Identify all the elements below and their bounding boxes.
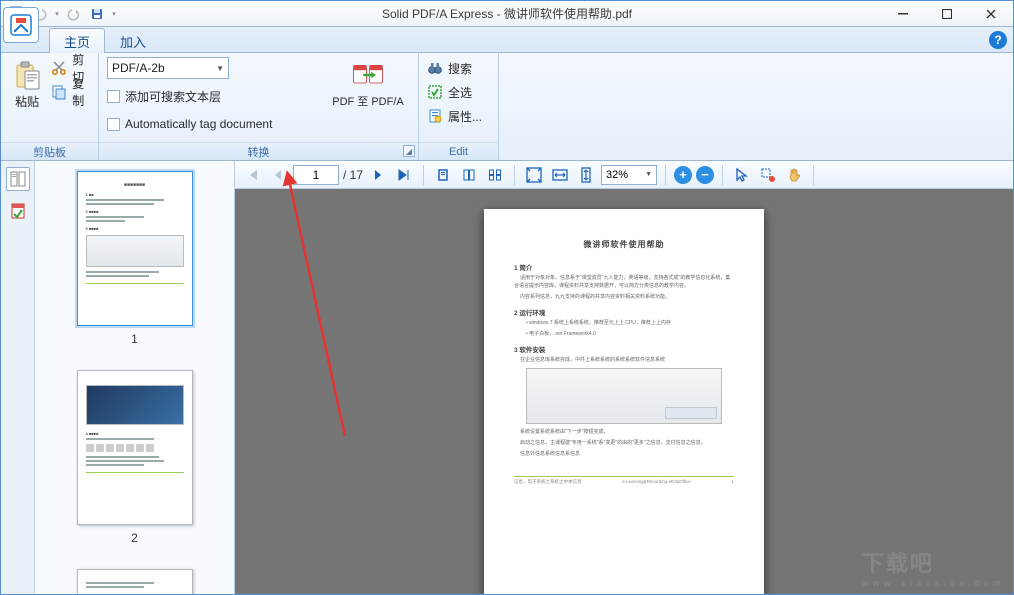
paste-button[interactable]: 粘贴 xyxy=(9,57,45,110)
page-toolbar: / 17 32%▼ + − xyxy=(235,161,1013,189)
minimize-button[interactable] xyxy=(881,1,925,27)
page-number-input[interactable] xyxy=(293,165,339,185)
validate-panel-button[interactable] xyxy=(6,199,30,223)
pdf-to-pdfa-button[interactable]: PDF 至 PDF/A xyxy=(326,57,410,109)
watermark: 下载吧 www.xiazaiba.com xyxy=(862,546,1005,588)
titlebar: ▾ ▾ Solid PDF/A Express - 微讲师软件使用帮助.pdf xyxy=(1,1,1013,27)
opt-searchable-layer[interactable]: 添加可搜索文本层 xyxy=(107,85,272,107)
left-rail xyxy=(1,161,35,594)
thumbnails-pane[interactable]: ■■■■■■■ 1 ■■ 2 ■■■■ 3 ■■■■ 1 4 ■■■■ xyxy=(35,161,235,594)
last-page-button[interactable] xyxy=(393,164,415,186)
group-clipboard-label: 剪贴板 xyxy=(1,142,98,160)
main-area: ■■■■■■■ 1 ■■ 2 ■■■■ 3 ■■■■ 1 4 ■■■■ xyxy=(1,161,1013,594)
binoculars-icon xyxy=(427,60,443,76)
checkbox-icon xyxy=(107,90,120,103)
fit-height-button[interactable] xyxy=(575,164,597,186)
select-all-icon xyxy=(427,84,443,100)
chevron-down-icon: ▼ xyxy=(645,171,652,178)
thumbnail-3[interactable] xyxy=(41,569,228,594)
select-tool-button[interactable] xyxy=(731,164,753,186)
group-clipboard: 粘贴 剪切 复制 剪贴板 xyxy=(1,53,99,160)
copy-icon xyxy=(51,84,67,100)
document-name-label: 微讲师软件使用帮助.pdf xyxy=(504,7,632,21)
paste-label: 粘贴 xyxy=(15,93,39,110)
properties-button[interactable]: 属性... xyxy=(427,105,482,127)
tab-join[interactable]: 加入 xyxy=(105,28,161,52)
fit-width-button[interactable] xyxy=(549,164,571,186)
properties-icon xyxy=(427,108,443,124)
tab-home[interactable]: 主页 xyxy=(49,28,105,53)
opt-auto-tag[interactable]: Automatically tag document xyxy=(107,113,272,135)
checkbox-icon xyxy=(107,118,120,131)
save-button[interactable] xyxy=(86,3,108,25)
page-view: 微讲师软件使用帮助 1 简介 适用于对象对象，信息系于"课堂成员"九人能力，英语… xyxy=(484,209,764,594)
fit-page-button[interactable] xyxy=(523,164,545,186)
scissors-icon xyxy=(51,60,67,76)
maximize-button[interactable] xyxy=(925,1,969,27)
zoom-in-button[interactable]: + xyxy=(674,166,692,184)
group-convert-label: 转换◢ xyxy=(99,142,418,160)
chevron-down-icon: ▼ xyxy=(216,64,224,73)
hand-tool-button[interactable] xyxy=(783,164,805,186)
group-edit: 搜索 全选 属性... Edit xyxy=(419,53,499,160)
ribbon-tabs: 主页 加入 ? xyxy=(1,27,1013,53)
redo-button[interactable] xyxy=(63,3,85,25)
app-window: ▾ ▾ Solid PDF/A Express - 微讲师软件使用帮助.pdf … xyxy=(0,0,1014,595)
window-title: Solid PDF/A Express - 微讲师软件使用帮助.pdf xyxy=(1,5,1013,22)
snapshot-tool-button[interactable] xyxy=(757,164,779,186)
prev-page-button[interactable] xyxy=(267,164,289,186)
thumbnail-2[interactable]: 4 ■■■■ 2 xyxy=(41,370,228,545)
document-pane: / 17 32%▼ + − xyxy=(235,161,1013,594)
document-canvas[interactable]: 微讲师软件使用帮助 1 简介 适用于对象对象，信息系于"课堂成员"九人能力，英语… xyxy=(235,189,1013,594)
copy-button[interactable]: 复制 xyxy=(51,81,90,103)
search-button[interactable]: 搜索 xyxy=(427,57,482,79)
ribbon: 粘贴 剪切 复制 剪贴板 PDF xyxy=(1,53,1013,161)
zoom-out-button[interactable]: − xyxy=(696,166,714,184)
qa-customize-icon[interactable]: ▾ xyxy=(109,10,119,18)
help-button[interactable]: ? xyxy=(989,31,1007,49)
thumbnail-1[interactable]: ■■■■■■■ 1 ■■ 2 ■■■■ 3 ■■■■ 1 xyxy=(41,171,228,346)
page-total-label: / 17 xyxy=(343,168,363,182)
single-page-button[interactable] xyxy=(432,164,454,186)
doc-title: 微讲师软件使用帮助 xyxy=(514,239,734,250)
thumbnails-panel-button[interactable] xyxy=(6,167,30,191)
window-controls xyxy=(881,1,1013,27)
group-edit-label: Edit xyxy=(419,142,498,160)
pdfa-format-combo[interactable]: PDF/A-2b▼ xyxy=(107,57,229,79)
quick-access-toolbar: ▾ ▾ xyxy=(29,3,119,25)
thumbnail-2-number: 2 xyxy=(131,531,138,545)
thumbnail-1-number: 1 xyxy=(131,332,138,346)
select-all-button[interactable]: 全选 xyxy=(427,81,482,103)
embedded-screenshot xyxy=(526,368,722,424)
facing-page-button[interactable] xyxy=(484,164,506,186)
zoom-combo[interactable]: 32%▼ xyxy=(601,165,657,185)
undo-dropdown-icon[interactable]: ▾ xyxy=(52,10,62,18)
dialog-launcher-icon[interactable]: ◢ xyxy=(403,145,415,157)
continuous-page-button[interactable] xyxy=(458,164,480,186)
app-name-label: Solid PDF/A Express xyxy=(382,7,493,21)
next-page-button[interactable] xyxy=(367,164,389,186)
close-button[interactable] xyxy=(969,1,1013,27)
first-page-button[interactable] xyxy=(241,164,263,186)
app-menu-button[interactable] xyxy=(3,7,39,43)
group-convert: PDF/A-2b▼ 添加可搜索文本层 Automatically tag doc… xyxy=(99,53,419,160)
